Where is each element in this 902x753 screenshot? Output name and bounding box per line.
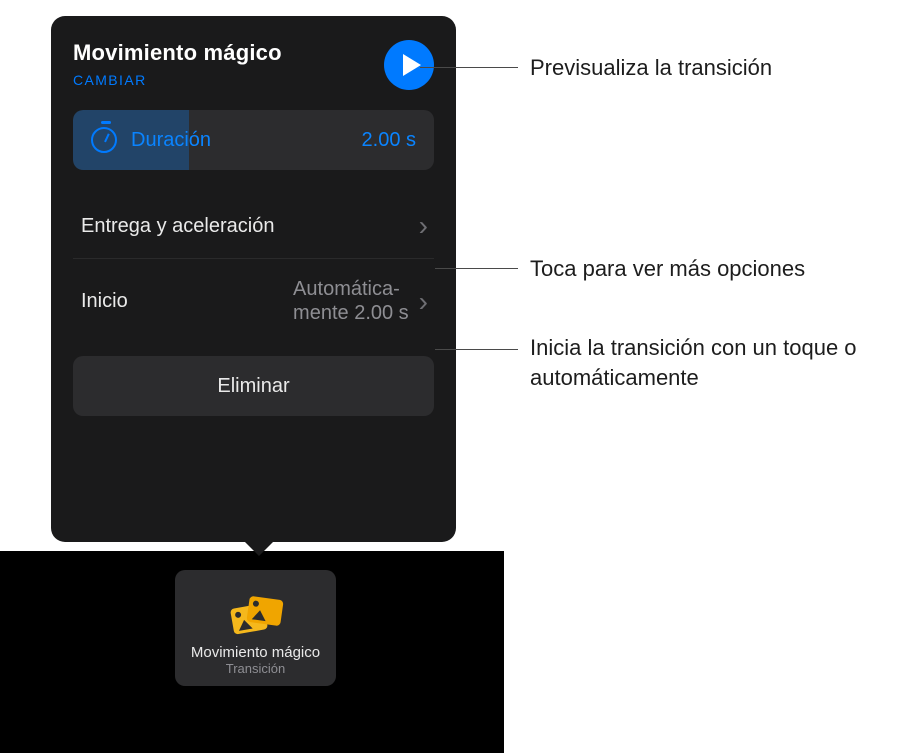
panel-header: Movimiento mágico CAMBIAR	[73, 40, 434, 90]
transition-thumbnail[interactable]: Movimiento mágico Transición	[175, 570, 336, 686]
duration-value: 2.00 s	[362, 129, 416, 152]
delete-label: Eliminar	[217, 375, 289, 398]
callout-line	[420, 67, 518, 68]
magic-move-icon	[230, 596, 282, 634]
chevron-right-icon: ›	[419, 210, 428, 242]
callout-preview: Previsualiza la transición	[530, 53, 772, 83]
callout-line	[435, 349, 518, 350]
delivery-row[interactable]: Entrega y aceleración ›	[73, 194, 434, 258]
transition-panel: Movimiento mágico CAMBIAR Duración 2.00 …	[51, 16, 456, 542]
chevron-right-icon: ›	[419, 286, 428, 318]
timer-icon	[91, 127, 117, 153]
start-row[interactable]: Inicio Automática- mente 2.00 s ›	[73, 258, 434, 344]
thumbnail-subtitle: Transición	[226, 661, 285, 676]
start-label: Inicio	[81, 290, 128, 313]
play-icon	[403, 54, 421, 76]
thumbnail-title: Movimiento mágico	[191, 644, 320, 661]
callout-more: Toca para ver más opciones	[530, 254, 805, 284]
change-link[interactable]: CAMBIAR	[73, 72, 147, 88]
delivery-label: Entrega y aceleración	[81, 215, 274, 238]
delete-button[interactable]: Eliminar	[73, 356, 434, 416]
stage: Movimiento mágico CAMBIAR Duración 2.00 …	[0, 0, 902, 753]
callout-line	[435, 268, 518, 269]
panel-title: Movimiento mágico	[73, 40, 282, 66]
title-block: Movimiento mágico CAMBIAR	[73, 40, 282, 90]
callout-start: Inicia la transición con un toque o auto…	[530, 333, 890, 392]
duration-label: Duración	[131, 129, 211, 152]
start-value: Automática- mente 2.00 s	[293, 278, 409, 325]
duration-slider-row[interactable]: Duración 2.00 s	[73, 110, 434, 170]
preview-button[interactable]	[384, 40, 434, 90]
